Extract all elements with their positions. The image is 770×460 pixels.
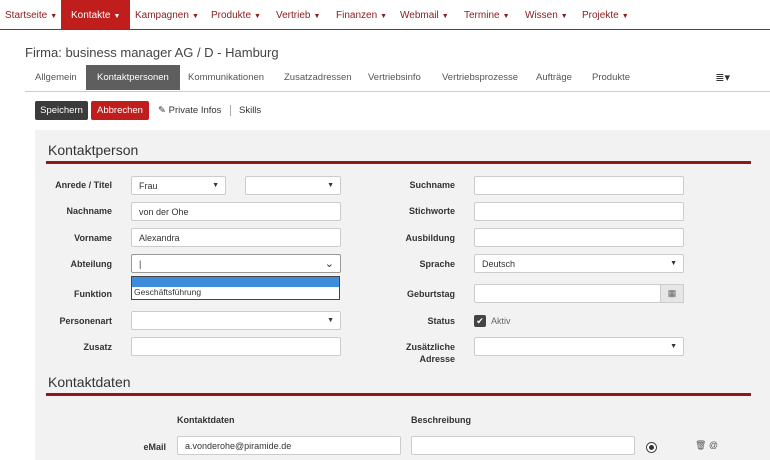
label-email: eMail (143, 442, 166, 452)
tab-vertriebsinfo[interactable]: Vertriebsinfo (368, 65, 421, 90)
chevron-down-icon: ⌄ (324, 258, 334, 270)
section-divider (46, 161, 751, 164)
tab-produkte[interactable]: Produkte (592, 65, 630, 90)
label-zusatz: Zusatz (83, 342, 112, 352)
tab-bar: Allgemein Kontaktpersonen Kommunikatione… (25, 65, 770, 92)
caret-down-icon: ▼ (50, 13, 58, 20)
email-input[interactable]: a.vonderohe@piramide.de (177, 436, 401, 455)
skills-link[interactable]: Skills (239, 101, 261, 120)
geburtstag-input[interactable] (474, 284, 661, 303)
label-anrede-titel: Anrede / Titel (55, 180, 112, 190)
caret-down-icon: ▼ (380, 13, 388, 20)
toolbar-divider (230, 105, 231, 116)
column-header-beschreibung: Beschreibung (411, 415, 472, 425)
vorname-input[interactable]: Alexandra (131, 228, 341, 247)
tab-zusatzadressen[interactable]: Zusatzadressen (284, 65, 352, 90)
status-checkbox[interactable]: ✔ (474, 315, 486, 327)
zusatz-input[interactable] (131, 337, 341, 356)
titel-select[interactable]: ▼ (245, 176, 341, 195)
nav-item-produkte[interactable]: Produkte ▼ (211, 0, 261, 30)
edit-icon: ✎ (158, 105, 166, 116)
dropdown-arrow-icon: ▼ (212, 182, 219, 189)
nav-item-vertrieb[interactable]: Vertrieb ▼ (276, 0, 320, 30)
label-vorname: Vorname (74, 233, 112, 243)
section-title-kontaktdaten: Kontaktdaten (48, 374, 131, 390)
sprache-select[interactable]: Deutsch ▼ (474, 254, 684, 273)
dropdown-option-empty[interactable] (132, 277, 339, 287)
tab-kontaktpersonen[interactable]: Kontaktpersonen (86, 65, 180, 90)
label-stichworte: Stichworte (408, 206, 455, 216)
label-personenart: Personenart (59, 316, 112, 326)
label-abteilung: Abteilung (70, 259, 113, 269)
tab-allgemein[interactable]: Allgemein (35, 65, 77, 90)
nav-item-kontakte[interactable]: Kontakte ▼ (61, 0, 131, 30)
email-description-input[interactable] (411, 436, 635, 455)
save-button[interactable]: Speichern (35, 101, 88, 120)
label-sprache: Sprache (419, 259, 455, 269)
nav-item-wissen[interactable]: Wissen ▼ (525, 0, 568, 30)
caret-down-icon: ▼ (441, 13, 449, 20)
cancel-button[interactable]: Abbrechen (91, 101, 149, 120)
personenart-select[interactable]: ▼ (131, 311, 341, 330)
dropdown-option-geschaeftsfuehrung[interactable]: Geschäftsführung (132, 287, 339, 298)
page-title: Firma: business manager AG / D - Hamburg (25, 45, 279, 60)
dropdown-arrow-icon: ▼ (670, 343, 677, 350)
zusaetzliche-adresse-select[interactable]: ▼ (474, 337, 684, 356)
tab-auftraege[interactable]: Aufträge (536, 65, 572, 90)
main-navigation: Startseite ▼ Kontakte ▼ Kampagnen ▼ Produkt… (0, 0, 770, 30)
dropdown-arrow-icon: ▼ (327, 182, 334, 189)
label-nachname: Nachname (66, 206, 112, 216)
ausbildung-input[interactable] (474, 228, 684, 247)
stichworte-input[interactable] (474, 202, 684, 221)
abteilung-combobox[interactable]: | ⌄ (131, 254, 341, 273)
status-checkbox-label: Aktiv (491, 316, 511, 326)
caret-down-icon: ▼ (254, 13, 261, 20)
nachname-input[interactable]: von der Ohe (131, 202, 341, 221)
nav-item-kampagnen[interactable]: Kampagnen ▼ (135, 0, 199, 30)
nav-item-webmail[interactable]: Webmail ▼ (400, 0, 449, 30)
abteilung-dropdown-list: Geschäftsführung (131, 276, 340, 300)
anrede-select[interactable]: Frau ▼ (131, 176, 226, 195)
trash-icon[interactable]: 🗑 @ (695, 440, 718, 451)
primary-email-radio[interactable] (646, 442, 657, 453)
label-status: Status (427, 316, 455, 326)
private-infos-link[interactable]: ✎ Private Infos (158, 101, 221, 120)
label-zusaetzliche-adresse: Zusätzliche Adresse (405, 342, 455, 364)
tab-kommunikationen[interactable]: Kommunikationen (188, 65, 264, 90)
caret-down-icon: ▼ (113, 13, 121, 20)
dropdown-arrow-icon: ▼ (327, 317, 334, 324)
suchname-input[interactable] (474, 176, 684, 195)
nav-item-termine[interactable]: Termine ▼ (464, 0, 510, 30)
dropdown-arrow-icon: ▼ (670, 260, 677, 267)
nav-item-projekte[interactable]: Projekte ▼ (582, 0, 629, 30)
caret-down-icon: ▼ (313, 13, 321, 20)
caret-down-icon: ▼ (191, 13, 199, 20)
label-suchname: Suchname (409, 180, 455, 190)
section-title-kontaktperson: Kontaktperson (48, 142, 139, 158)
calendar-icon[interactable]: ▦ (660, 284, 684, 303)
nav-item-startseite[interactable]: Startseite ▼ (5, 0, 57, 30)
label-funktion: Funktion (74, 289, 112, 299)
label-geburtstag: Geburtstag (406, 289, 455, 299)
label-ausbildung: Ausbildung (405, 233, 456, 243)
caret-down-icon: ▼ (621, 13, 629, 20)
section-divider (46, 393, 751, 396)
menu-icon[interactable]: ≣▾ (715, 71, 730, 84)
tab-vertriebsprozesse[interactable]: Vertriebsprozesse (442, 65, 518, 90)
caret-down-icon: ▼ (502, 13, 510, 20)
nav-item-finanzen[interactable]: Finanzen ▼ (336, 0, 387, 30)
caret-down-icon: ▼ (560, 13, 568, 20)
column-header-kontaktdaten: Kontaktdaten (177, 415, 235, 425)
